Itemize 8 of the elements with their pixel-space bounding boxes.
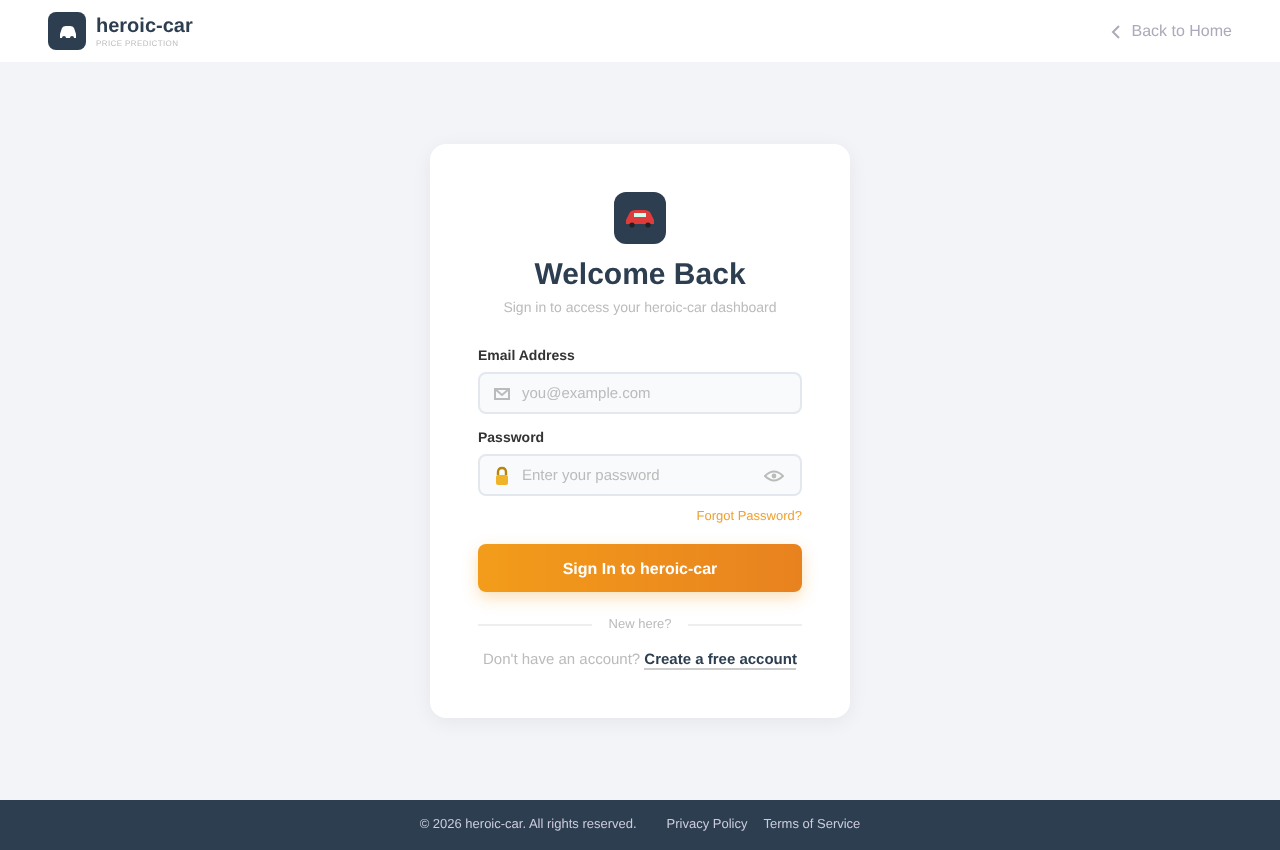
eye-icon (764, 469, 784, 481)
car-icon (57, 23, 77, 39)
car-icon (624, 208, 656, 228)
brand-name: heroic-car (96, 15, 193, 37)
padlock-icon (494, 465, 510, 485)
envelope-icon (494, 387, 510, 399)
card-title: Welcome Back (534, 258, 746, 292)
chevron-left-icon (1109, 23, 1122, 39)
